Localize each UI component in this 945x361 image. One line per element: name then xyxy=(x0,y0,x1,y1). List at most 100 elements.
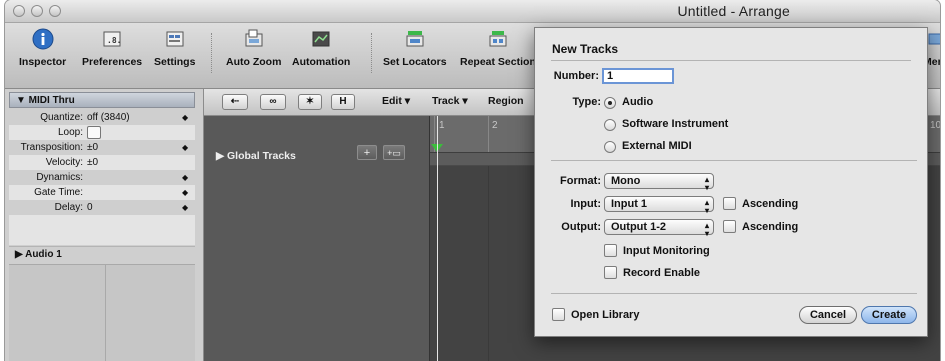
output-label: Output: xyxy=(561,221,601,233)
input-monitoring-checkbox[interactable] xyxy=(604,244,617,257)
inspector-button[interactable]: Inspector xyxy=(19,28,66,68)
input-monitoring-label[interactable]: Input Monitoring xyxy=(623,245,710,257)
dialog-title: New Tracks xyxy=(552,42,619,56)
velocity-label: Velocity: xyxy=(45,157,83,168)
number-field[interactable]: 1 xyxy=(602,68,674,84)
title-bar: Untitled - Arrange xyxy=(5,0,940,23)
type-external-midi-label[interactable]: External MIDI xyxy=(622,140,692,152)
bar-gridline xyxy=(488,166,489,361)
type-audio-radio[interactable] xyxy=(604,97,616,109)
loop-checkbox[interactable] xyxy=(87,126,101,139)
plus-icon: + xyxy=(363,147,371,159)
stepper-icon[interactable]: ◆ xyxy=(182,110,188,125)
output-ascending-label[interactable]: Ascending xyxy=(742,221,798,233)
input-ascending-label[interactable]: Ascending xyxy=(742,198,798,210)
region-menu[interactable]: Region xyxy=(488,95,524,107)
duplicate-track-icon: +▭ xyxy=(387,148,401,158)
input-label: Input: xyxy=(570,198,601,210)
ruler-mark: 1 xyxy=(439,120,445,131)
svg-text:.8.: .8. xyxy=(107,36,121,45)
auto-zoom-icon xyxy=(245,29,263,47)
popup-arrows-icon: ▴ ▾ xyxy=(704,221,709,238)
hide-button[interactable]: H xyxy=(331,94,355,110)
loop-label: Loop: xyxy=(57,127,83,138)
loop-row: Loop: xyxy=(9,125,195,140)
ruler-mark: 2 xyxy=(492,120,498,131)
output-popup[interactable]: Output 1-2 ▴ ▾ xyxy=(604,219,714,238)
format-label: Format: xyxy=(560,175,601,187)
type-audio-label[interactable]: Audio xyxy=(622,96,653,108)
set-locators-button[interactable]: Set Locators xyxy=(383,28,447,68)
velocity-row[interactable]: Velocity: ±0 xyxy=(9,155,195,170)
gate-time-label: Gate Time: xyxy=(34,187,83,198)
audio-1-header[interactable]: ▶ Audio 1 xyxy=(9,246,195,262)
repeat-section-button[interactable]: Repeat Section xyxy=(460,28,536,68)
type-label: Type: xyxy=(572,96,601,108)
record-enable-checkbox[interactable] xyxy=(604,266,617,279)
dynamics-row[interactable]: Dynamics: ◆ xyxy=(9,170,195,185)
dialog-divider xyxy=(551,60,911,61)
edit-menu[interactable]: Edit ▾ xyxy=(382,95,410,107)
type-software-instrument-label[interactable]: Software Instrument xyxy=(622,118,728,130)
arrow-left-icon: ⇠ xyxy=(230,96,240,107)
ruler-mark: 10 xyxy=(930,120,940,131)
input-popup[interactable]: Input 1 ▴ ▾ xyxy=(604,196,714,215)
new-tracks-dialog: New Tracks Number: 1 Type: Audio Softwar… xyxy=(534,27,928,337)
inspector-spacer xyxy=(9,215,195,245)
preferences-button[interactable]: .8. Preferences xyxy=(82,28,142,68)
repeat-section-icon xyxy=(489,31,507,47)
cancel-button[interactable]: Cancel xyxy=(799,306,857,324)
ruler-line xyxy=(488,116,489,152)
automation-button[interactable]: Automation xyxy=(292,28,350,68)
transposition-row[interactable]: Transposition: ±0 ◆ xyxy=(9,140,195,155)
toolbar-separator xyxy=(371,33,372,73)
toolbar-separator xyxy=(211,33,212,73)
duplicate-track-button[interactable]: +▭ xyxy=(383,145,405,160)
running-man-icon: ✶ xyxy=(305,96,315,107)
delay-value[interactable]: 0 xyxy=(87,200,93,215)
set-locators-icon xyxy=(406,31,424,47)
popup-arrows-icon: ▴ ▾ xyxy=(704,175,709,192)
type-external-midi-radio[interactable] xyxy=(604,141,616,153)
auto-zoom-button[interactable]: Auto Zoom xyxy=(226,28,281,68)
window-title: Untitled - Arrange xyxy=(677,3,790,19)
dynamics-label: Dynamics: xyxy=(36,172,83,183)
stepper-icon[interactable]: ◆ xyxy=(182,170,188,185)
channel-strip-area xyxy=(9,264,195,361)
track-list: ▶ Global Tracks + +▭ xyxy=(204,116,430,361)
record-enable-label[interactable]: Record Enable xyxy=(623,267,700,279)
number-label: Number: xyxy=(553,70,599,82)
type-software-instrument-radio[interactable] xyxy=(604,119,616,131)
h-icon: H xyxy=(339,96,347,107)
quantize-value[interactable]: off (3840) xyxy=(87,110,130,125)
link-button[interactable]: ∞ xyxy=(260,94,286,110)
settings-button[interactable]: Settings xyxy=(154,28,195,68)
link-icon: ∞ xyxy=(269,96,277,107)
merge-icon xyxy=(928,33,940,45)
format-popup[interactable]: Mono ▴ ▾ xyxy=(604,173,714,192)
quantize-row[interactable]: Quantize: off (3840) ◆ xyxy=(9,110,195,125)
channel-strip-divider xyxy=(105,265,106,361)
stepper-icon[interactable]: ◆ xyxy=(182,185,188,200)
output-ascending-checkbox[interactable] xyxy=(723,220,736,233)
open-library-checkbox[interactable] xyxy=(552,308,565,321)
midi-thru-header[interactable]: ▼ MIDI Thru xyxy=(9,92,195,108)
gate-time-row[interactable]: Gate Time: ◆ xyxy=(9,185,195,200)
settings-icon xyxy=(166,31,184,47)
arrange-window: Untitled - Arrange Inspector .8. Prefere… xyxy=(5,0,940,361)
stepper-icon[interactable]: ◆ xyxy=(182,200,188,215)
global-tracks-toggle[interactable]: ▶ Global Tracks xyxy=(216,150,296,162)
catch-button[interactable]: ✶ xyxy=(298,94,322,110)
stepper-icon[interactable]: ◆ xyxy=(182,140,188,155)
back-button[interactable]: ⇠ xyxy=(222,94,248,110)
open-library-label[interactable]: Open Library xyxy=(571,309,639,321)
velocity-value[interactable]: ±0 xyxy=(87,155,98,170)
delay-row[interactable]: Delay: 0 ◆ xyxy=(9,200,195,215)
input-ascending-checkbox[interactable] xyxy=(723,197,736,210)
create-button[interactable]: Create xyxy=(861,306,917,324)
playhead-line[interactable] xyxy=(437,116,438,361)
info-icon xyxy=(32,28,54,50)
add-track-button[interactable]: + xyxy=(357,145,377,160)
track-menu[interactable]: Track ▾ xyxy=(432,95,468,107)
transposition-value[interactable]: ±0 xyxy=(87,140,98,155)
